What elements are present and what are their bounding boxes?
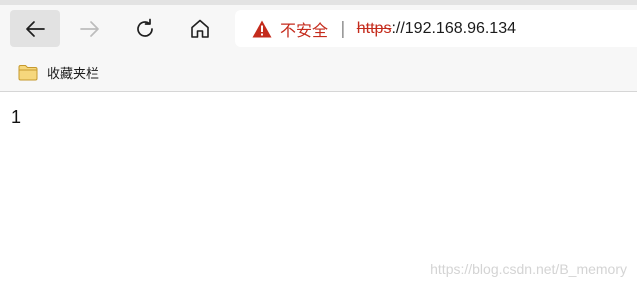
address-separator: | — [340, 18, 346, 39]
browser-toolbar: 不安全 | https://192.168.96.134 — [0, 5, 637, 52]
favorites-bar: 收藏夹栏 — [0, 52, 637, 92]
reload-icon — [137, 18, 153, 37]
url-host: 192.168.96.134 — [404, 19, 516, 37]
folder-icon — [18, 64, 38, 80]
watermark: https://blog.csdn.net/B_memory — [430, 261, 627, 277]
url-scheme: https — [356, 19, 392, 37]
url-scheme-separator: :// — [391, 19, 405, 37]
reload-button[interactable] — [120, 10, 170, 47]
favorites-folder-label: 收藏夹栏 — [47, 66, 100, 82]
back-button[interactable] — [10, 10, 60, 47]
arrow-left-icon — [26, 20, 45, 37]
arrow-right-icon — [80, 20, 99, 37]
security-warning-label[interactable]: 不安全 — [280, 17, 328, 41]
favorites-folder[interactable]: 收藏夹栏 — [18, 61, 99, 83]
page-content: 1 https://blog.csdn.net/B_memory — [0, 93, 637, 287]
forward-button[interactable] — [65, 10, 115, 47]
address-bar[interactable]: 不安全 | https://192.168.96.134 — [235, 10, 637, 47]
home-icon — [191, 19, 209, 38]
page-body-text: 1 — [11, 107, 22, 127]
warning-triangle-icon — [252, 20, 272, 37]
home-button[interactable] — [175, 10, 225, 47]
